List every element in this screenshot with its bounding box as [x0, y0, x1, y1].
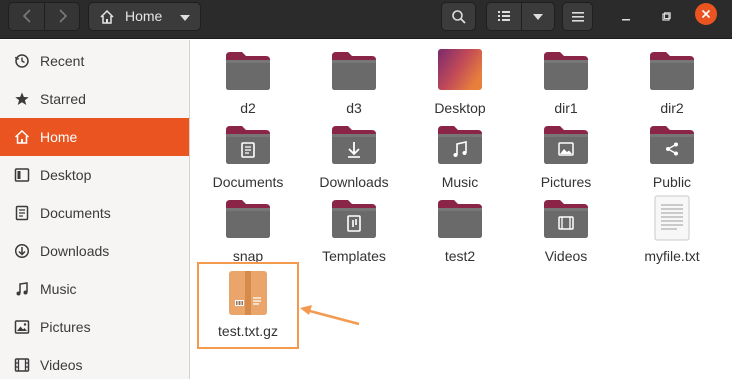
maximize-icon: [662, 11, 671, 21]
clock-icon: [14, 54, 29, 68]
desktop-icon: [14, 168, 30, 182]
file-item-desktop[interactable]: Desktop: [415, 47, 505, 119]
folder-icon: [331, 47, 377, 93]
file-item-public[interactable]: Public: [627, 121, 717, 193]
folder-icon: [543, 121, 589, 167]
sidebar-item-label: Documents: [40, 205, 111, 221]
document-icon: [15, 205, 29, 221]
file-name-label: test2: [444, 248, 476, 264]
file-name-label: Desktop: [434, 100, 486, 116]
header-bar: Home: [0, 0, 732, 39]
menu-icon: [571, 11, 584, 22]
sidebar-item-label: Pictures: [40, 319, 91, 335]
sidebar-item-pictures[interactable]: Pictures: [0, 308, 189, 346]
folder-icon: [649, 47, 695, 93]
sidebar-item-label: Recent: [40, 53, 85, 69]
folder-icon: [543, 47, 589, 93]
maximize-button[interactable]: [654, 2, 678, 31]
sidebar-item-starred[interactable]: Starred: [0, 80, 189, 118]
star-icon: [15, 92, 29, 105]
file-name-label: Templates: [322, 248, 386, 264]
highlight-box: [197, 262, 299, 349]
file-name-label: dir1: [554, 100, 578, 116]
file-name-label: myfile.txt: [644, 248, 700, 264]
file-item-templates[interactable]: Templates: [309, 195, 399, 267]
pictures-icon: [14, 320, 30, 334]
location-label: Home: [125, 8, 163, 24]
file-name-label: Downloads: [319, 174, 389, 190]
file-name-label: d3: [346, 100, 362, 116]
home-icon: [14, 129, 30, 144]
text-file-icon: [649, 195, 695, 241]
file-item-pictures[interactable]: Pictures: [521, 121, 611, 193]
file-name-label: Music: [441, 174, 479, 190]
file-name-label: Videos: [544, 248, 588, 264]
folder-icon: [649, 121, 695, 167]
sidebar-item-downloads[interactable]: Downloads: [0, 232, 189, 270]
sidebar-item-label: Videos: [40, 357, 83, 373]
file-item-d3[interactable]: d3: [309, 47, 399, 119]
sidebar-item-recent[interactable]: Recent: [0, 42, 189, 80]
close-icon: [701, 9, 711, 19]
sidebar-item-label: Home: [40, 129, 78, 145]
list-view-icon: [498, 11, 510, 21]
sidebar-item-home[interactable]: Home: [0, 118, 189, 156]
view-options: [486, 2, 555, 31]
list-view-button[interactable]: [497, 9, 511, 28]
folder-icon: [437, 195, 483, 241]
sidebar-item-desktop[interactable]: Desktop: [0, 156, 189, 194]
back-icon: [22, 9, 31, 23]
file-item-test2[interactable]: test2: [415, 195, 505, 267]
download-icon: [14, 243, 30, 259]
file-name-label: Public: [652, 174, 692, 190]
file-name-label: dir2: [660, 100, 684, 116]
forward-icon: [58, 9, 67, 23]
places-sidebar: Recent Starred Home Desktop Documents Do…: [0, 40, 190, 379]
file-item-myfile-txt[interactable]: myfile.txt: [627, 195, 717, 267]
minimize-button[interactable]: [614, 2, 638, 31]
file-item-dir1[interactable]: dir1: [521, 47, 611, 119]
folder-icon: [437, 121, 483, 167]
minimize-icon: [622, 18, 630, 20]
folder-icon: [331, 195, 377, 241]
sidebar-item-label: Music: [40, 281, 77, 297]
file-item-videos[interactable]: Videos: [521, 195, 611, 267]
sidebar-item-label: Downloads: [40, 243, 110, 259]
forward-button[interactable]: [45, 6, 80, 29]
chevron-down-icon: [180, 15, 190, 21]
file-item-dir2[interactable]: dir2: [627, 47, 717, 119]
folder-icon: [225, 195, 271, 241]
file-name-label: Documents: [212, 174, 284, 190]
file-name-label: Pictures: [540, 174, 592, 190]
file-item-documents[interactable]: Documents: [203, 121, 293, 193]
file-item-downloads[interactable]: Downloads: [309, 121, 399, 193]
folder-icon: [225, 47, 271, 93]
navigation-buttons: [8, 2, 80, 31]
close-button[interactable]: [695, 3, 717, 25]
sidebar-item-label: Starred: [40, 91, 86, 107]
back-button[interactable]: [9, 6, 44, 29]
file-item-d2[interactable]: d2: [203, 47, 293, 119]
search-button[interactable]: [441, 2, 476, 31]
video-icon: [14, 358, 30, 372]
menu-button[interactable]: [562, 2, 593, 31]
folder-icon: [331, 121, 377, 167]
search-icon: [451, 9, 466, 24]
home-icon: [100, 9, 114, 24]
sidebar-item-label: Desktop: [40, 167, 92, 183]
sidebar-item-documents[interactable]: Documents: [0, 194, 189, 232]
sidebar-item-music[interactable]: Music: [0, 270, 189, 308]
file-name-label: d2: [240, 100, 256, 116]
music-icon: [16, 282, 28, 296]
file-item-music[interactable]: Music: [415, 121, 505, 193]
file-item-snap[interactable]: snap: [203, 195, 293, 267]
sidebar-item-videos[interactable]: Videos: [0, 346, 189, 379]
desktop-folder-icon: [437, 47, 483, 93]
folder-icon: [543, 195, 589, 241]
location-button-home[interactable]: Home: [88, 2, 201, 31]
folder-icon: [225, 121, 271, 167]
view-options-dropdown[interactable]: [533, 14, 543, 20]
annotation-arrow: [300, 305, 360, 326]
